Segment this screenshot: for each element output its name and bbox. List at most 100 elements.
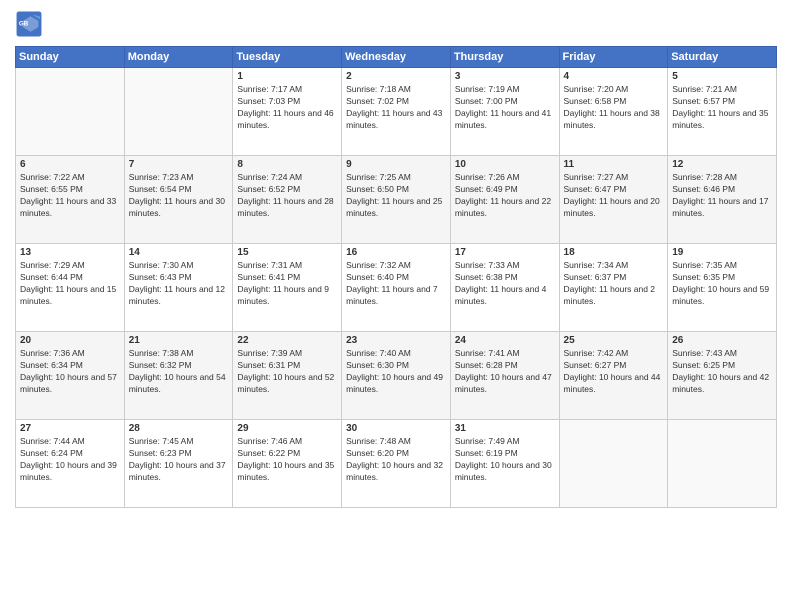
table-row: 10 Sunrise: 7:26 AMSunset: 6:49 PMDayligh…	[450, 156, 559, 244]
table-row: 19 Sunrise: 7:35 AMSunset: 6:35 PMDayligh…	[668, 244, 777, 332]
table-row: 8 Sunrise: 7:24 AMSunset: 6:52 PMDaylight…	[233, 156, 342, 244]
col-sunday: Sunday	[16, 47, 125, 68]
table-row: 16 Sunrise: 7:32 AMSunset: 6:40 PMDayligh…	[342, 244, 451, 332]
cell-info: Sunrise: 7:29 AMSunset: 6:44 PMDaylight:…	[20, 260, 120, 308]
cell-info: Sunrise: 7:46 AMSunset: 6:22 PMDaylight:…	[237, 436, 337, 484]
week-row-0: 1 Sunrise: 7:17 AMSunset: 7:03 PMDaylight…	[16, 68, 777, 156]
table-row: 31Sunrise: 7:49 AMSunset: 6:19 PMDayligh…	[450, 420, 559, 508]
day-number: 26	[672, 335, 772, 346]
day-number: 7	[129, 159, 229, 170]
day-number: 9	[346, 159, 446, 170]
table-row: 11 Sunrise: 7:27 AMSunset: 6:47 PMDayligh…	[559, 156, 668, 244]
cell-info: Sunrise: 7:20 AMSunset: 6:58 PMDaylight:…	[564, 84, 664, 132]
table-row: 14 Sunrise: 7:30 AMSunset: 6:43 PMDayligh…	[124, 244, 233, 332]
day-number: 27	[20, 423, 120, 434]
cell-info: Sunrise: 7:28 AMSunset: 6:46 PMDaylight:…	[672, 172, 772, 220]
cell-info: Sunrise: 7:21 AMSunset: 6:57 PMDaylight:…	[672, 84, 772, 132]
cell-info: Sunrise: 7:41 AMSunset: 6:28 PMDaylight:…	[455, 348, 555, 396]
day-number: 28	[129, 423, 229, 434]
day-number: 12	[672, 159, 772, 170]
cell-info: Sunrise: 7:39 AMSunset: 6:31 PMDaylight:…	[237, 348, 337, 396]
cell-info: Sunrise: 7:43 AMSunset: 6:25 PMDaylight:…	[672, 348, 772, 396]
header: GB	[15, 10, 777, 38]
table-row: 13 Sunrise: 7:29 AMSunset: 6:44 PMDayligh…	[16, 244, 125, 332]
cell-info: Sunrise: 7:27 AMSunset: 6:47 PMDaylight:…	[564, 172, 664, 220]
day-number: 2	[346, 71, 446, 82]
cell-info: Sunrise: 7:30 AMSunset: 6:43 PMDaylight:…	[129, 260, 229, 308]
table-row: 26 Sunrise: 7:43 AMSunset: 6:25 PMDayligh…	[668, 332, 777, 420]
day-number: 25	[564, 335, 664, 346]
col-saturday: Saturday	[668, 47, 777, 68]
table-row: 24Sunrise: 7:41 AMSunset: 6:28 PMDayligh…	[450, 332, 559, 420]
day-number: 16	[346, 247, 446, 258]
day-number: 23	[346, 335, 446, 346]
cell-info: Sunrise: 7:38 AMSunset: 6:32 PMDaylight:…	[129, 348, 229, 396]
cell-info: Sunrise: 7:22 AMSunset: 6:55 PMDaylight:…	[20, 172, 120, 220]
day-number: 29	[237, 423, 337, 434]
day-number: 14	[129, 247, 229, 258]
day-number: 18	[564, 247, 664, 258]
cell-info: Sunrise: 7:40 AMSunset: 6:30 PMDaylight:…	[346, 348, 446, 396]
svg-text:GB: GB	[19, 21, 29, 28]
day-number: 19	[672, 247, 772, 258]
table-row: 6 Sunrise: 7:22 AMSunset: 6:55 PMDaylight…	[16, 156, 125, 244]
cell-info: Sunrise: 7:17 AMSunset: 7:03 PMDaylight:…	[237, 84, 337, 132]
table-row: 23 Sunrise: 7:40 AMSunset: 6:30 PMDayligh…	[342, 332, 451, 420]
week-row-2: 13 Sunrise: 7:29 AMSunset: 6:44 PMDayligh…	[16, 244, 777, 332]
cell-info: Sunrise: 7:31 AMSunset: 6:41 PMDaylight:…	[237, 260, 337, 308]
week-row-1: 6 Sunrise: 7:22 AMSunset: 6:55 PMDaylight…	[16, 156, 777, 244]
cell-info: Sunrise: 7:35 AMSunset: 6:35 PMDaylight:…	[672, 260, 772, 308]
cell-info: Sunrise: 7:24 AMSunset: 6:52 PMDaylight:…	[237, 172, 337, 220]
table-row: 22 Sunrise: 7:39 AMSunset: 6:31 PMDayligh…	[233, 332, 342, 420]
day-number: 6	[20, 159, 120, 170]
day-number: 10	[455, 159, 555, 170]
week-row-3: 20Sunrise: 7:36 AMSunset: 6:34 PMDayligh…	[16, 332, 777, 420]
header-row: Sunday Monday Tuesday Wednesday Thursday…	[16, 47, 777, 68]
table-row: 12 Sunrise: 7:28 AMSunset: 6:46 PMDayligh…	[668, 156, 777, 244]
cell-info: Sunrise: 7:42 AMSunset: 6:27 PMDaylight:…	[564, 348, 664, 396]
table-row: 20Sunrise: 7:36 AMSunset: 6:34 PMDayligh…	[16, 332, 125, 420]
logo: GB	[15, 10, 45, 38]
day-number: 30	[346, 423, 446, 434]
day-number: 11	[564, 159, 664, 170]
day-number: 13	[20, 247, 120, 258]
day-number: 8	[237, 159, 337, 170]
page: GB Sunday Monday Tuesday Wednesday Thurs…	[0, 0, 792, 612]
table-row: 2 Sunrise: 7:18 AMSunset: 7:02 PMDaylight…	[342, 68, 451, 156]
cell-info: Sunrise: 7:32 AMSunset: 6:40 PMDaylight:…	[346, 260, 446, 308]
table-row: 25 Sunrise: 7:42 AMSunset: 6:27 PMDayligh…	[559, 332, 668, 420]
cell-info: Sunrise: 7:34 AMSunset: 6:37 PMDaylight:…	[564, 260, 664, 308]
cell-info: Sunrise: 7:19 AMSunset: 7:00 PMDaylight:…	[455, 84, 555, 132]
day-number: 3	[455, 71, 555, 82]
day-number: 31	[455, 423, 555, 434]
table-row: 29 Sunrise: 7:46 AMSunset: 6:22 PMDayligh…	[233, 420, 342, 508]
cell-info: Sunrise: 7:26 AMSunset: 6:49 PMDaylight:…	[455, 172, 555, 220]
week-row-4: 27 Sunrise: 7:44 AMSunset: 6:24 PMDayligh…	[16, 420, 777, 508]
day-number: 4	[564, 71, 664, 82]
table-row: 27 Sunrise: 7:44 AMSunset: 6:24 PMDayligh…	[16, 420, 125, 508]
cell-info: Sunrise: 7:45 AMSunset: 6:23 PMDaylight:…	[129, 436, 229, 484]
day-number: 20	[20, 335, 120, 346]
col-thursday: Thursday	[450, 47, 559, 68]
logo-icon: GB	[15, 10, 43, 38]
cell-info: Sunrise: 7:33 AMSunset: 6:38 PMDaylight:…	[455, 260, 555, 308]
table-row: 30Sunrise: 7:48 AMSunset: 6:20 PMDayligh…	[342, 420, 451, 508]
table-row	[124, 68, 233, 156]
cell-info: Sunrise: 7:25 AMSunset: 6:50 PMDaylight:…	[346, 172, 446, 220]
table-row	[559, 420, 668, 508]
col-tuesday: Tuesday	[233, 47, 342, 68]
day-number: 15	[237, 247, 337, 258]
cell-info: Sunrise: 7:44 AMSunset: 6:24 PMDaylight:…	[20, 436, 120, 484]
table-row: 18 Sunrise: 7:34 AMSunset: 6:37 PMDayligh…	[559, 244, 668, 332]
table-row: 15 Sunrise: 7:31 AMSunset: 6:41 PMDayligh…	[233, 244, 342, 332]
day-number: 1	[237, 71, 337, 82]
table-row: 21Sunrise: 7:38 AMSunset: 6:32 PMDayligh…	[124, 332, 233, 420]
day-number: 22	[237, 335, 337, 346]
table-row: 7 Sunrise: 7:23 AMSunset: 6:54 PMDaylight…	[124, 156, 233, 244]
col-wednesday: Wednesday	[342, 47, 451, 68]
table-row: 9 Sunrise: 7:25 AMSunset: 6:50 PMDaylight…	[342, 156, 451, 244]
cell-info: Sunrise: 7:18 AMSunset: 7:02 PMDaylight:…	[346, 84, 446, 132]
cell-info: Sunrise: 7:23 AMSunset: 6:54 PMDaylight:…	[129, 172, 229, 220]
table-row: 1 Sunrise: 7:17 AMSunset: 7:03 PMDaylight…	[233, 68, 342, 156]
calendar-body: 1 Sunrise: 7:17 AMSunset: 7:03 PMDaylight…	[16, 68, 777, 508]
